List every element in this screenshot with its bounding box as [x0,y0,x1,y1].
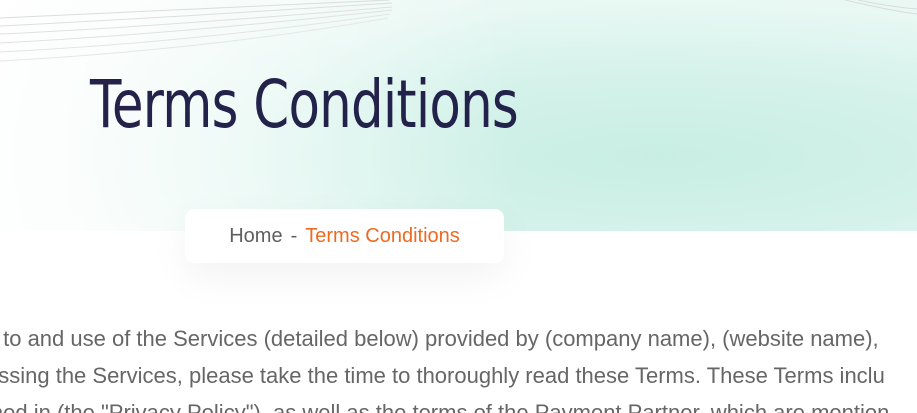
page-title: Terms Conditions [90,66,519,143]
breadcrumb-separator: - [290,225,298,247]
terms-content: s to and use of the Services (detailed b… [0,320,917,413]
terms-paragraph-line-2: essing the Services, please take the tim… [0,363,885,388]
breadcrumb: Home - Terms Conditions [185,209,504,263]
terms-paragraph-line-3: ined in (the "Privacy Policy"), as well … [0,400,890,413]
terms-paragraph-line-1: s to and use of the Services (detailed b… [0,326,879,351]
page: Terms Conditions Home - Terms Conditions… [0,0,917,413]
breadcrumb-current-page: Terms Conditions [305,225,460,247]
page-header-banner: Terms Conditions [0,0,917,231]
breadcrumb-home-link[interactable]: Home [229,224,282,248]
